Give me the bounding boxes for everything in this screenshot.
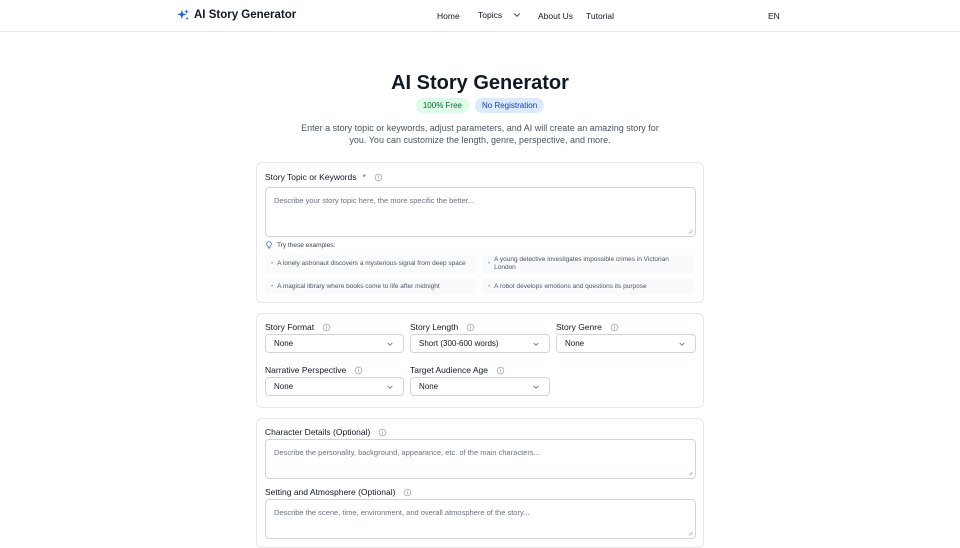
genre-label-row: Story Genre — [556, 322, 619, 332]
bullet-icon: • — [271, 283, 274, 290]
nav-topics-label: Topics — [478, 10, 503, 20]
chevron-down-icon — [387, 385, 393, 389]
resize-handle-icon[interactable] — [687, 470, 693, 476]
lightbulb-icon — [266, 241, 272, 249]
sparkles-icon — [177, 9, 189, 21]
topic-label: Story Topic or Keywords — [265, 172, 357, 182]
format-label: Story Format — [265, 322, 315, 332]
info-icon[interactable] — [354, 366, 363, 375]
perspective-select[interactable]: None — [265, 377, 404, 396]
length-value: Short (300-600 words) — [419, 339, 499, 348]
topic-card: Story Topic or Keywords * Describe your … — [256, 162, 704, 303]
character-placeholder: Describe the personality, background, ap… — [274, 448, 540, 457]
bullet-icon: • — [488, 261, 491, 267]
badge-row: 100% Free No Registration — [0, 98, 960, 113]
example-text: A magical library where books come to li… — [277, 282, 440, 290]
chevron-down-icon — [514, 13, 521, 17]
no-registration-badge: No Registration — [475, 98, 545, 113]
perspective-label: Narrative Perspective — [265, 365, 347, 375]
setting-textarea[interactable]: Describe the scene, time, environment, a… — [265, 499, 696, 539]
length-label-row: Story Length — [410, 322, 475, 332]
nav-tutorial-link[interactable]: Tutorial — [586, 11, 614, 21]
perspective-value: None — [274, 382, 294, 391]
info-icon[interactable] — [374, 173, 383, 182]
length-select[interactable]: Short (300-600 words) — [410, 334, 550, 353]
example-item[interactable]: • A magical library where books come to … — [265, 278, 477, 295]
examples-header: Try these examples: — [265, 241, 335, 249]
chevron-down-icon — [387, 342, 393, 346]
audience-select[interactable]: None — [410, 377, 550, 396]
genre-select[interactable]: None — [556, 334, 696, 353]
info-icon[interactable] — [378, 428, 387, 437]
example-item[interactable]: • A young detective investigates impossi… — [482, 255, 694, 273]
bullet-icon: • — [271, 261, 274, 267]
example-text: A young detective investigates impossibl… — [494, 256, 669, 271]
format-value: None — [274, 339, 294, 348]
nav-home-link[interactable]: Home — [437, 11, 460, 21]
example-text: A lonely astronaut discovers a mysteriou… — [277, 260, 466, 267]
example-item[interactable]: • A lonely astronaut discovers a mysteri… — [265, 255, 477, 273]
nav-topics-dropdown[interactable]: Topics — [478, 10, 522, 20]
required-marker: * — [362, 172, 366, 182]
parameters-card: Story Format None Story Length Short (30… — [256, 313, 704, 408]
audience-label-row: Target Audience Age — [410, 365, 505, 375]
page-title: AI Story Generator — [391, 72, 569, 94]
audience-value: None — [419, 382, 439, 391]
resize-handle-icon[interactable] — [687, 228, 693, 234]
perspective-label-row: Narrative Perspective — [265, 365, 363, 375]
bullet-icon: • — [488, 283, 491, 290]
page-description: Enter a story topic or keywords, adjust … — [301, 123, 659, 145]
audience-label: Target Audience Age — [410, 365, 488, 375]
brand-name: AI Story Generator — [194, 9, 297, 21]
top-navbar: AI Story Generator Home Topics About Us … — [0, 0, 960, 32]
chevron-down-icon — [533, 385, 539, 389]
free-badge: 100% Free — [415, 98, 469, 113]
genre-label: Story Genre — [556, 322, 602, 332]
format-label-row: Story Format — [265, 322, 331, 332]
format-select[interactable]: None — [265, 334, 404, 353]
character-label-row: Character Details (Optional) — [265, 427, 387, 437]
details-card: Character Details (Optional) Describe th… — [256, 418, 704, 548]
brand-logo[interactable]: AI Story Generator — [176, 8, 296, 22]
chevron-down-icon — [533, 342, 539, 346]
info-icon[interactable] — [496, 366, 505, 375]
nav-about-link[interactable]: About Us — [538, 11, 573, 21]
info-icon[interactable] — [403, 488, 412, 497]
info-icon[interactable] — [322, 323, 331, 332]
setting-placeholder: Describe the scene, time, environment, a… — [274, 508, 530, 517]
setting-label: Setting and Atmosphere (Optional) — [265, 487, 396, 497]
character-textarea[interactable]: Describe the personality, background, ap… — [265, 439, 696, 479]
info-icon[interactable] — [610, 323, 619, 332]
language-switcher[interactable]: EN — [768, 11, 780, 21]
setting-label-row: Setting and Atmosphere (Optional) — [265, 487, 412, 497]
example-item[interactable]: • A robot develops emotions and question… — [482, 278, 694, 295]
length-label: Story Length — [410, 322, 459, 332]
resize-handle-icon[interactable] — [687, 530, 693, 536]
topic-label-row: Story Topic or Keywords * — [265, 172, 383, 182]
examples-heading: Try these examples: — [277, 241, 336, 249]
genre-value: None — [565, 339, 585, 348]
character-label: Character Details (Optional) — [265, 427, 371, 437]
chevron-down-icon — [679, 342, 685, 346]
topic-placeholder: Describe your story topic here, the more… — [274, 196, 475, 205]
info-icon[interactable] — [466, 323, 475, 332]
example-text: A robot develops emotions and questions … — [494, 282, 647, 290]
topic-textarea[interactable]: Describe your story topic here, the more… — [265, 187, 696, 237]
